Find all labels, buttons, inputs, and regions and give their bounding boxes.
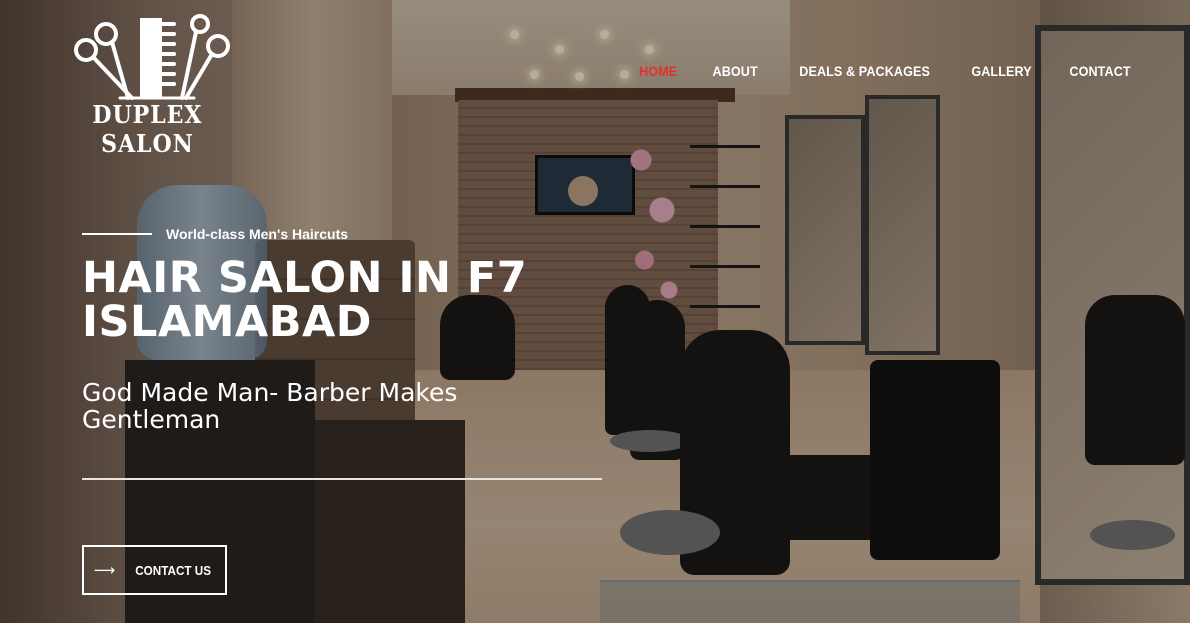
nav-item-home[interactable]: HOME	[639, 63, 677, 79]
nav-item-about[interactable]: ABOUT	[713, 63, 758, 79]
scissors-comb-icon	[74, 14, 230, 100]
contact-us-label: CONTACT US	[135, 562, 212, 578]
hero-divider	[82, 478, 602, 480]
hero-tagline: World-class Men's Haircuts	[166, 226, 349, 242]
tagline-rule	[82, 233, 152, 235]
main-nav: HOME ABOUT DEALS & PACKAGES GALLERY CONT…	[637, 63, 1134, 79]
contact-us-button[interactable]: ⟶ CONTACT US	[82, 545, 227, 595]
brand-logo[interactable]: DUPLEX SALON	[60, 14, 250, 158]
nav-item-contact[interactable]: CONTACT	[1069, 63, 1130, 79]
nav-item-deals-packages[interactable]: DEALS & PACKAGES	[799, 63, 930, 79]
hero-subhead: God Made Man- Barber Makes Gentleman	[82, 378, 458, 434]
arrow-right-icon: ⟶	[93, 561, 116, 579]
hero-headline: HAIR SALON IN F7 ISLAMABAD	[82, 253, 528, 347]
brand-name: DUPLEX SALON	[92, 100, 203, 158]
nav-item-gallery[interactable]: GALLERY	[971, 63, 1031, 79]
hero-tagline-row: World-class Men's Haircuts	[82, 226, 348, 242]
